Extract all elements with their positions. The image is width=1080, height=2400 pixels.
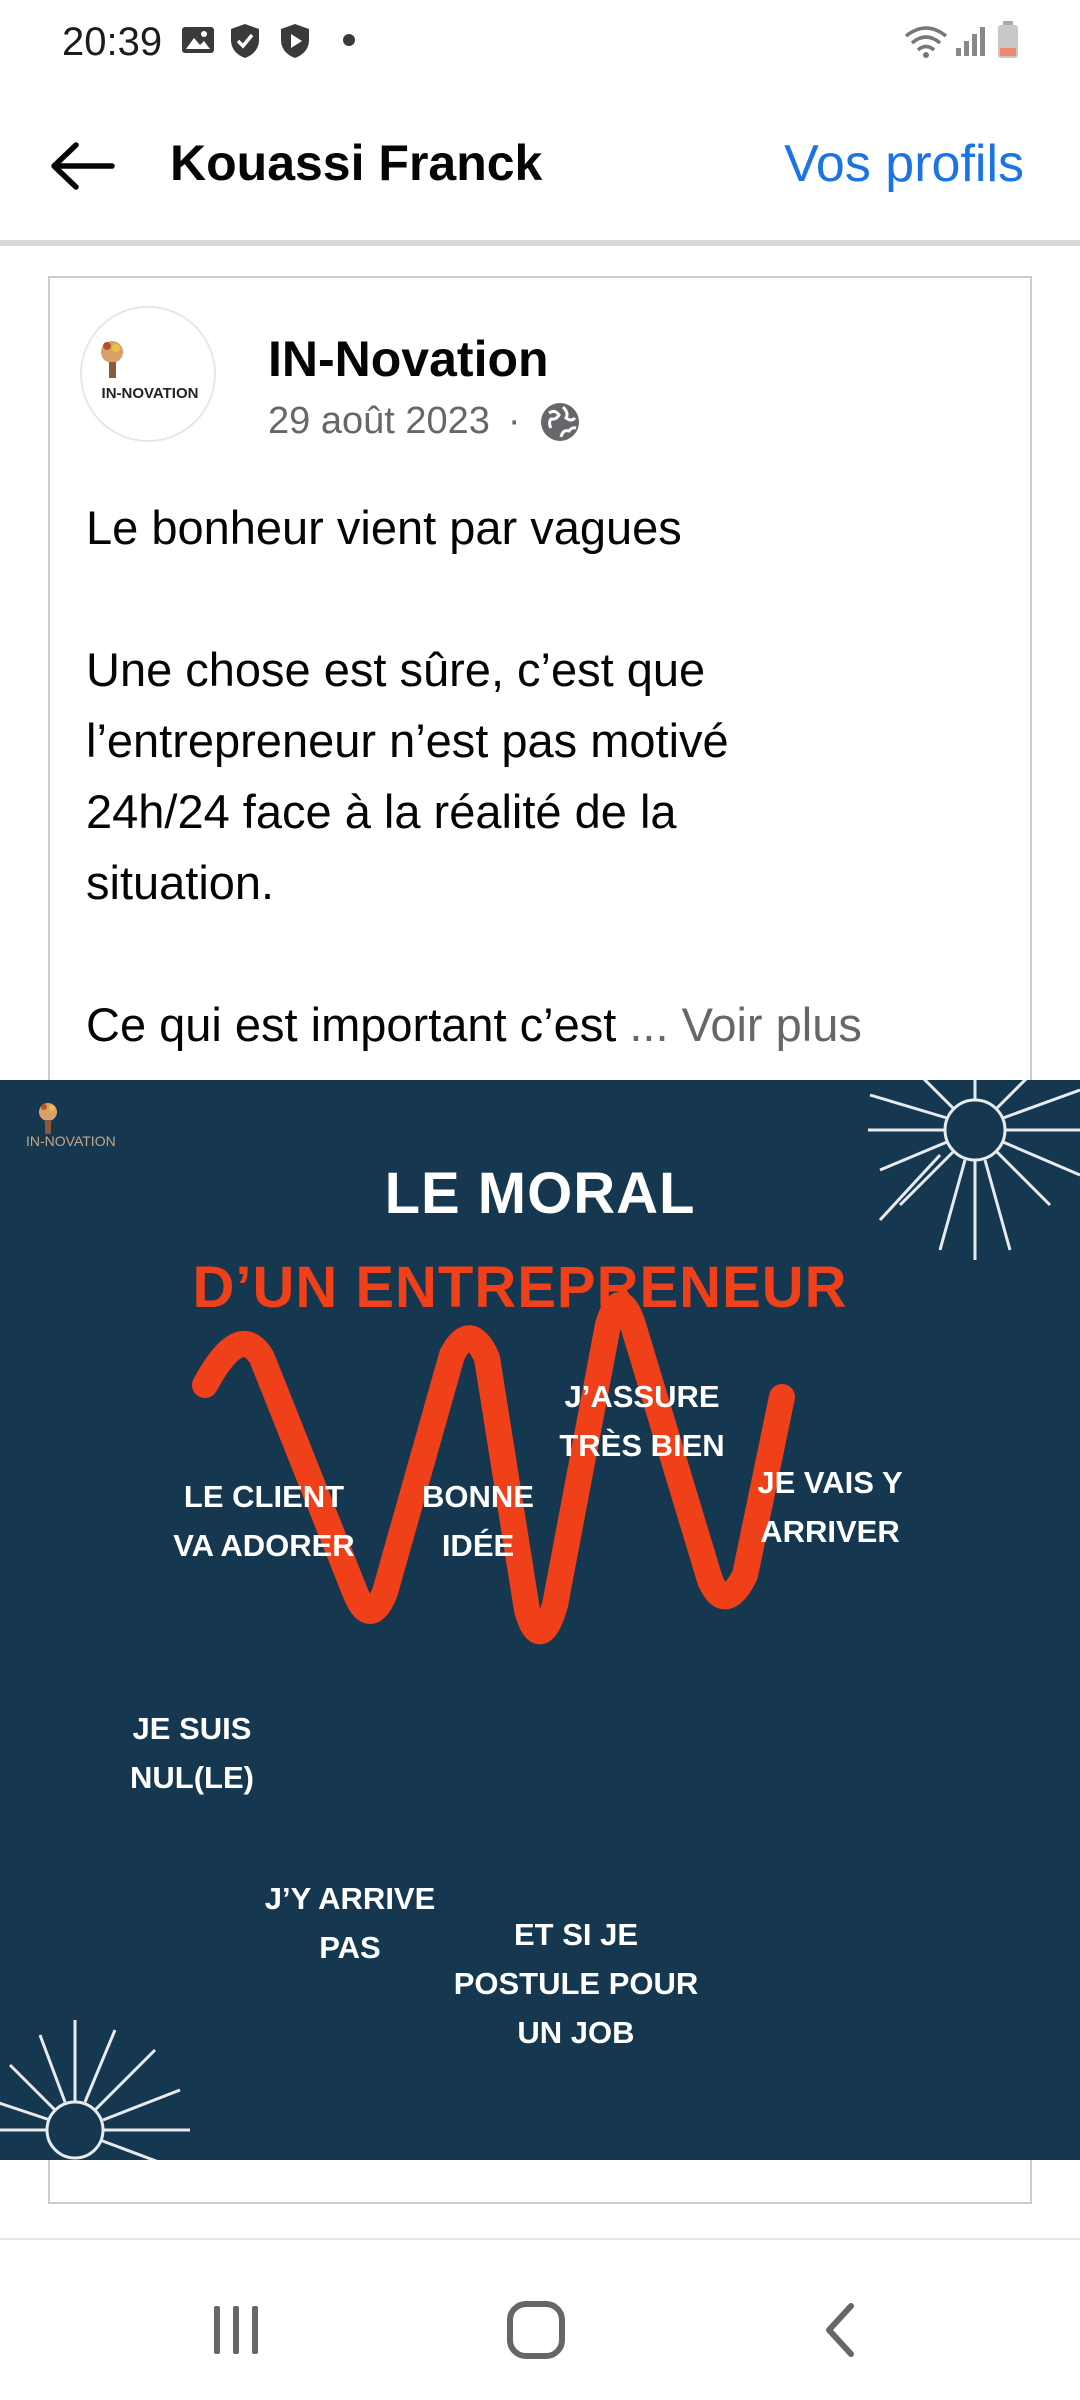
label-jassure: J’ASSURE TRÈS BIEN [559,1379,725,1463]
status-time: 20:39 [62,20,163,64]
globe-icon [540,402,579,441]
status-bar: 20:39 [0,0,1080,84]
back-chevron-icon [826,2303,854,2357]
meta-separator: · [507,400,521,442]
shield-check-icon [228,22,262,65]
recents-button[interactable] [196,2290,276,2370]
page-name[interactable]: IN-Novation [268,330,549,388]
dot-icon [342,33,356,52]
post-paragraph-2: Une chose est sûre, c’est que l’entrepre… [86,643,729,909]
starburst-bottom-left-icon [0,2020,190,2160]
back-button[interactable] [42,126,122,206]
gallery-icon [180,22,216,63]
label-le-client: LE CLIENT VA ADORER [173,1479,355,1563]
top-app-bar: Kouassi Franck Vos profils [0,84,1080,242]
post-text: Le bonheur vient par vagues Une chose es… [86,492,1016,1060]
battery-icon [996,20,1020,65]
image-title-line-2: D’UN ENTREPRENEUR [192,1255,848,1320]
in-novation-logo-icon: IN-NOVATION [82,308,214,440]
page-avatar[interactable]: IN-NOVATION [80,306,216,442]
back-arrow-icon [51,142,115,190]
see-more-link[interactable]: ... Voir plus [629,998,862,1051]
post-image[interactable]: IN-NOVATION LE MORAL D’UN ENTREPRENEUR J… [0,1080,1080,2160]
home-button[interactable] [496,2290,576,2370]
your-profiles-link[interactable]: Vos profils [784,134,1024,194]
system-nav-bar [0,2238,1080,2400]
system-back-button[interactable] [800,2290,880,2370]
image-logo-text: IN-NOVATION [26,1133,116,1149]
home-icon [507,2301,565,2359]
label-je-suis-nul: JE SUIS NUL(LE) [130,1711,254,1795]
image-title-line-1: LE MORAL [384,1161,696,1226]
header-divider [0,240,1080,246]
recents-icon [214,2306,258,2354]
label-je-vais: JE VAIS Y ARRIVER [757,1465,903,1549]
shield-play-icon [278,22,312,65]
post-paragraph-3: Ce qui est important c’est ... Voir plus [86,998,862,1051]
post-paragraph-1: Le bonheur vient par vagues [86,501,682,554]
label-jy-arrive-pas: J’Y ARRIVE PAS [264,1881,436,1965]
post-meta: 29 août 2023 · [268,400,581,443]
avatar-logo-text: IN-NOVATION [102,385,199,402]
page-title: Kouassi Franck [170,135,543,191]
label-et-si-je: ET SI JE POSTULE POUR UN JOB [453,1917,699,2050]
post-date[interactable]: 29 août 2023 [268,400,490,443]
label-bonne-idee: BONNE IDÉE [422,1479,534,1563]
image-logo: IN-NOVATION [22,1094,152,1169]
signal-icon [954,24,990,63]
wifi-icon [902,22,950,67]
